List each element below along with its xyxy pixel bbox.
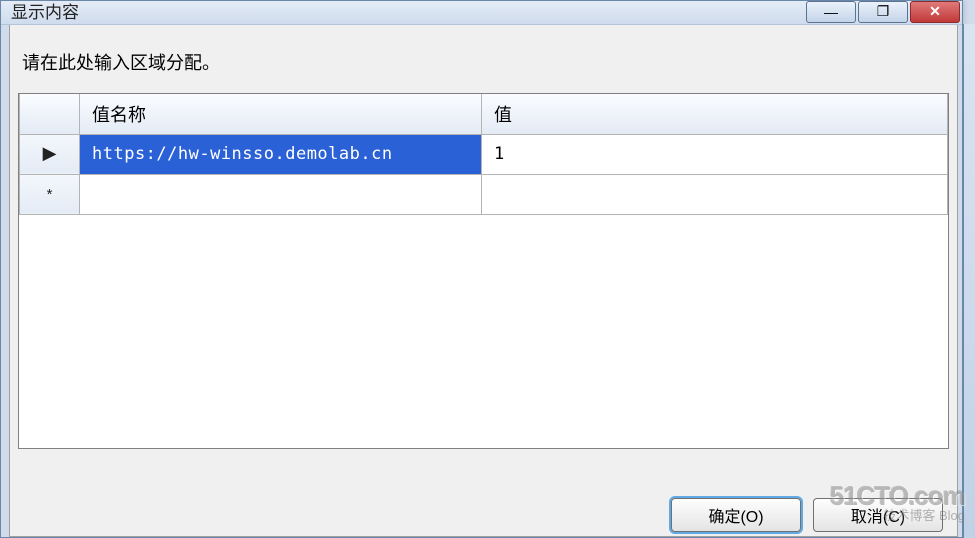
column-header-name[interactable]: 值名称 (80, 94, 482, 134)
cell-value[interactable] (482, 174, 948, 214)
column-header-value[interactable]: 值 (482, 94, 948, 134)
close-button[interactable]: ✕ (910, 1, 960, 23)
cell-value[interactable]: 1 (482, 134, 948, 174)
table-row[interactable]: ▶ https://hw-winsso.demolab.cn 1 (20, 134, 948, 174)
minimize-icon: — (824, 4, 838, 20)
table-row[interactable]: * (20, 174, 948, 214)
row-marker: * (20, 174, 80, 214)
close-icon: ✕ (929, 3, 941, 20)
cell-name[interactable]: https://hw-winsso.demolab.cn (80, 134, 482, 174)
window-controls: — ❐ ✕ (806, 1, 962, 23)
cell-name[interactable] (80, 174, 482, 214)
row-marker: ▶ (20, 134, 80, 174)
ok-button[interactable]: 确定(O) (671, 498, 801, 532)
maximize-button[interactable]: ❐ (858, 1, 908, 23)
window-title: 显示内容 (11, 1, 79, 25)
titlebar[interactable]: 显示内容 — ❐ ✕ (1, 1, 962, 25)
dialog-body: 请在此处输入区域分配。 值名称 值 ▶ https://hw-winsso.de… (9, 25, 958, 537)
row-header-corner (20, 94, 80, 134)
maximize-icon: ❐ (877, 3, 890, 20)
cancel-button[interactable]: 取消(C) (813, 498, 943, 532)
instruction-text: 请在此处输入区域分配。 (10, 25, 957, 93)
current-row-icon: ▶ (43, 143, 57, 164)
minimize-button[interactable]: — (806, 1, 856, 23)
datagrid[interactable]: 值名称 值 ▶ https://hw-winsso.demolab.cn 1 * (18, 93, 949, 449)
parent-window-edge (963, 24, 975, 538)
dialog-window: 显示内容 — ❐ ✕ 请在此处输入区域分配。 值名称 值 ▶ https://h… (0, 0, 963, 538)
new-row-icon: * (47, 186, 53, 203)
button-row: 确定(O) 取消(C) (671, 498, 943, 532)
